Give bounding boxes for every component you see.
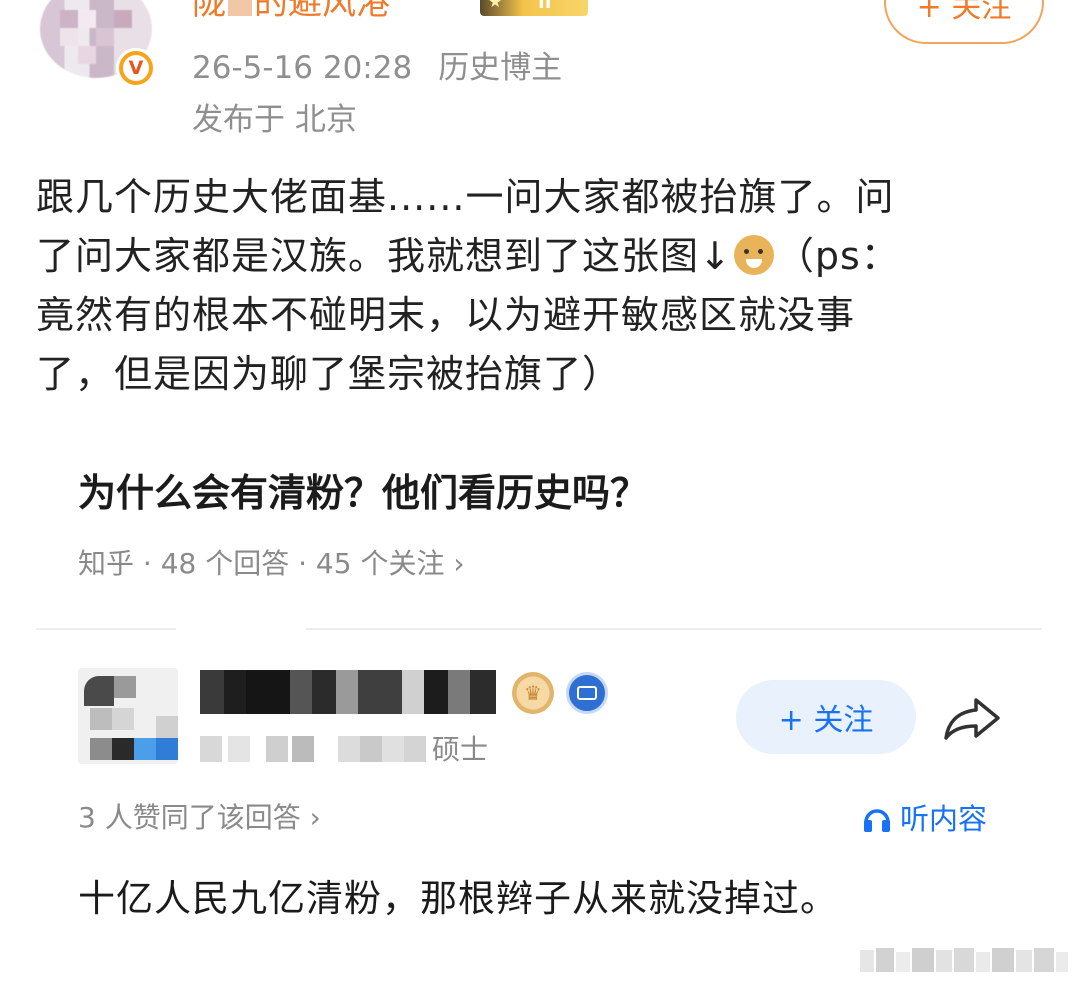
doge-emoji-icon [733,235,774,275]
question-meta[interactable]: 知乎 · 48 个回答 · 45 个关注 › [78,542,465,582]
listen-button[interactable]: 听内容 [862,796,987,838]
post-meta: 26-5-16 20:28 历史博主 [192,42,562,87]
divider [306,628,1042,630]
headphones-icon [864,809,890,832]
listen-label: 听内容 [900,802,988,836]
poster-username[interactable]: 陇 的避风港 [192,0,390,20]
answerer-avatar[interactable] [78,668,178,764]
follow-button[interactable]: + 关注 [884,0,1044,44]
post-line: 跟几个历史大佬面基......一问大家都被抬旗了。问 [36,175,895,219]
verified-badge-icon: V [116,48,156,88]
divider [36,628,176,630]
level-badge-icon: ★ II [480,0,588,16]
answerer-info-mosaic [200,736,430,762]
post-line-tail: （ps： [775,234,900,278]
answerer-follow-button[interactable]: + 关注 [736,680,916,754]
crown-badge-icon: ♛ [512,672,554,714]
answerer-degree: 硕士 [432,733,489,766]
answerer-name-mosaic[interactable] [200,670,496,714]
agree-count[interactable]: 3 人赞同了该回答 › [78,796,321,836]
watermark-mosaic [860,948,1068,972]
certified-badge-icon [566,672,608,714]
answer-text: 十亿人民九亿清粉，那根辫子从来就没掉过。 [78,877,838,920]
level-badge-value: II [538,0,552,13]
post-line: 竟然有的根本不碰明末，以为避开敏感区就没事 [36,293,856,337]
post-line: 了问大家都是汉族。我就想到了这张图↓ （ps： [36,227,1046,286]
username-mosaic [228,0,252,16]
post-timestamp: 26-5-16 20:28 [192,50,413,86]
post-location: 发布于 北京 [192,102,357,138]
user-tag: 历史博主 [438,50,563,86]
level-star-icon: ★ [488,0,503,11]
username-suffix: 的避风港 [254,0,390,23]
post-line-text: 了问大家都是汉族。我就想到了这张图↓ [36,234,732,278]
post-line: 了，但是因为聊了堡宗被抬旗了） [36,352,622,396]
post-body: 跟几个历史大佬面基......一问大家都被抬旗了。问 了问大家都是汉族。我就想到… [36,168,1046,404]
username-prefix: 陇 [192,0,226,23]
share-icon[interactable] [940,694,1004,742]
question-title[interactable]: 为什么会有清粉？他们看历史吗？ [78,462,648,517]
